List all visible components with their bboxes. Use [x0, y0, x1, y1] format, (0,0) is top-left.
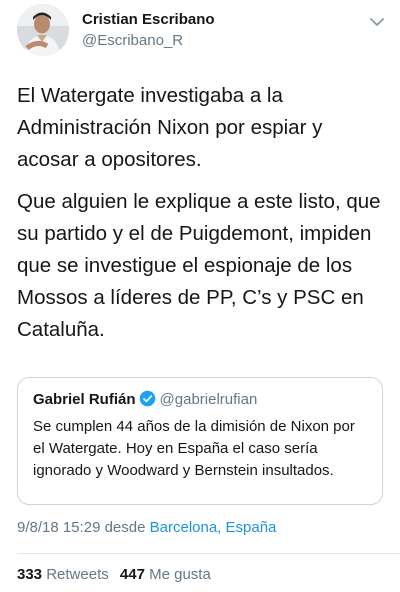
- retweets-stat[interactable]: 333 Retweets: [17, 566, 109, 583]
- tweet-paragraph: El Watergate investigaba a la Administra…: [17, 84, 323, 171]
- tweet-stats: 333 Retweets 447 Me gusta: [17, 566, 211, 583]
- tweet-metadata: 9/8/18 15:29 desde Barcelona, España: [17, 519, 276, 536]
- tweet-paragraph: Que alguien le explique a este listo, qu…: [17, 190, 381, 341]
- quoted-tweet-text: Se cumplen 44 años de la dimisión de Nix…: [33, 418, 355, 479]
- tweet-timestamp[interactable]: 9/8/18 15:29: [17, 519, 100, 536]
- quoted-author-name: Gabriel Rufián: [33, 391, 136, 408]
- tweet-header: Cristian Escribano @Escribano_R: [17, 4, 387, 56]
- from-label: desde: [104, 519, 146, 536]
- chevron-down-icon[interactable]: [367, 12, 387, 32]
- likes-count: 447: [119, 566, 145, 583]
- quoted-tweet-header: Gabriel Rufián @gabrielrufian: [33, 390, 257, 408]
- quoted-tweet[interactable]: Gabriel Rufián @gabrielrufian Se cumplen …: [17, 377, 383, 505]
- quoted-author-handle: @gabrielrufian: [159, 391, 258, 408]
- author-avatar[interactable]: [17, 4, 69, 56]
- likes-label: Me gusta: [149, 566, 211, 583]
- divider: [17, 553, 400, 554]
- author-name[interactable]: Cristian Escribano: [82, 11, 215, 28]
- retweets-count: 333: [17, 566, 43, 583]
- author-handle[interactable]: @Escribano_R: [82, 32, 183, 49]
- avatar-photo: [17, 4, 69, 56]
- tweet-body: El Watergate investigaba a la Administra…: [17, 80, 387, 346]
- location-link[interactable]: Barcelona, España: [150, 519, 277, 536]
- retweets-label: Retweets: [46, 566, 109, 583]
- likes-stat[interactable]: 447 Me gusta: [120, 566, 211, 583]
- verified-badge-icon: [139, 390, 156, 407]
